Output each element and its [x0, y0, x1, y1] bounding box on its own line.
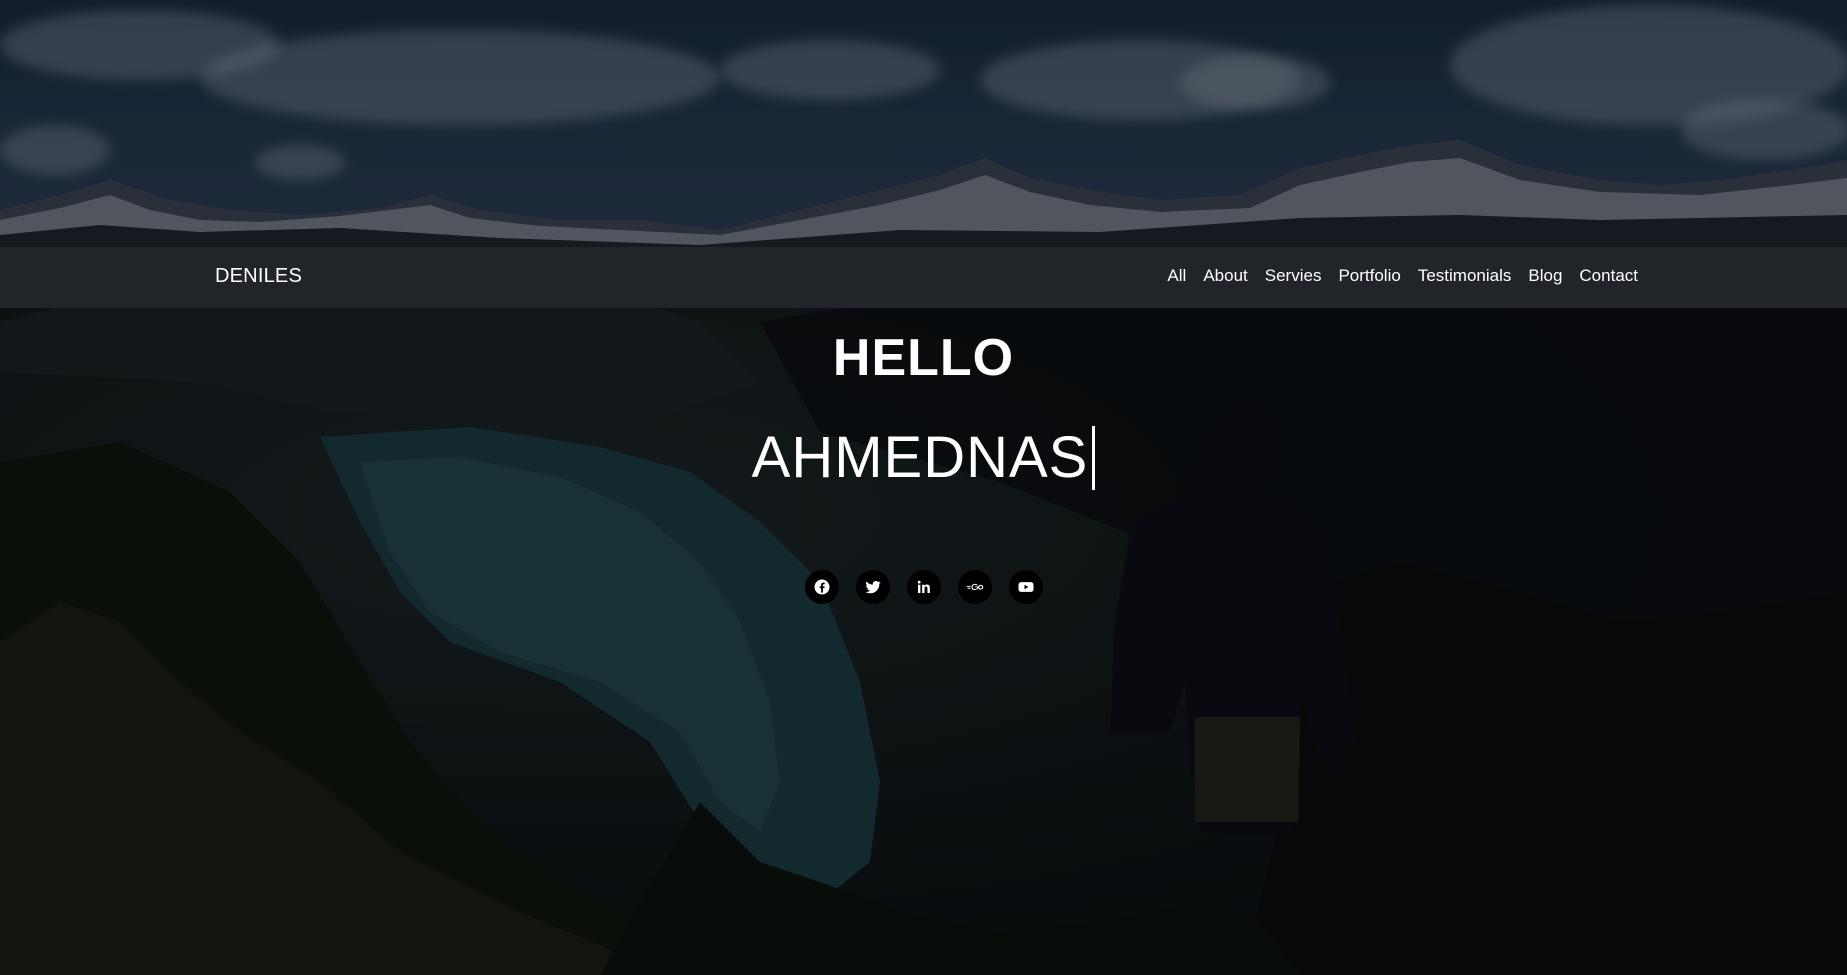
typed-text: AHMEDNAS — [751, 425, 1089, 490]
nav-link-all[interactable]: All — [1167, 266, 1186, 286]
nav-link-testimonials[interactable]: Testimonials — [1418, 266, 1512, 286]
hero-section: DENILES All About Servies Portfolio Test… — [0, 0, 1847, 975]
go-icon — [966, 583, 983, 590]
twitter-icon — [864, 580, 881, 594]
social-links — [0, 570, 1847, 604]
facebook-link[interactable] — [804, 570, 839, 604]
nav-links: All About Servies Portfolio Testimonials… — [1167, 266, 1638, 286]
youtube-link[interactable] — [1008, 570, 1043, 604]
linkedin-link[interactable] — [906, 570, 941, 604]
nav-link-services[interactable]: Servies — [1265, 266, 1322, 286]
linkedin-icon — [917, 580, 930, 593]
hero-greeting: HELLO — [832, 329, 1015, 387]
youtube-icon — [1018, 582, 1033, 592]
typed-text-wrapper: AHMEDNAS — [752, 424, 1096, 491]
nav-link-about[interactable]: About — [1203, 266, 1247, 286]
nav-link-blog[interactable]: Blog — [1528, 266, 1562, 286]
brand-logo[interactable]: DENILES — [215, 265, 302, 288]
nav-link-contact[interactable]: Contact — [1579, 266, 1638, 286]
nav-link-portfolio[interactable]: Portfolio — [1338, 266, 1400, 286]
hero-content: HELLO AHMEDNAS — [0, 308, 1847, 491]
facebook-icon — [814, 579, 829, 595]
typing-cursor — [1092, 425, 1096, 490]
navbar: DENILES All About Servies Portfolio Test… — [0, 247, 1847, 308]
twitter-link[interactable] — [855, 570, 890, 604]
go-link[interactable] — [957, 570, 992, 604]
